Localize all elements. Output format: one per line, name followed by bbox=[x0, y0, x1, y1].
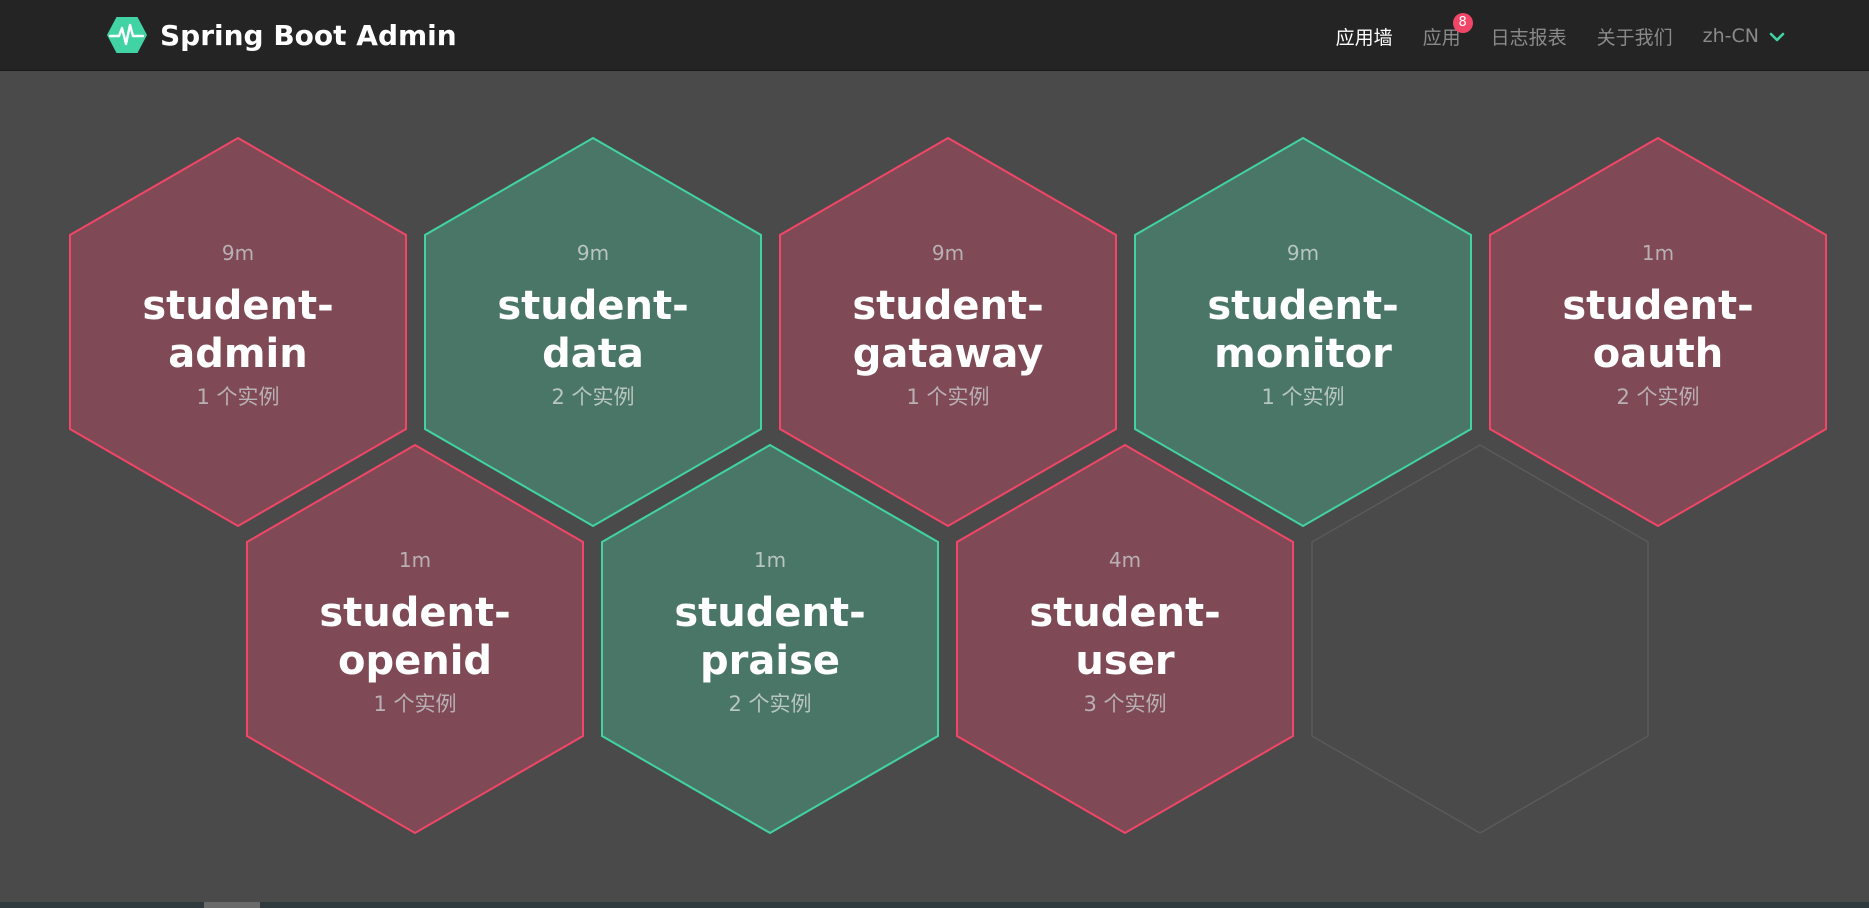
application-name-line2: praise bbox=[700, 638, 840, 684]
application-name-line1: student- bbox=[1207, 283, 1399, 329]
application-instances: 2 个实例 bbox=[728, 692, 812, 716]
main-nav: 应用墙 应用 8 日志报表 关于我们 zh-CN bbox=[1306, 12, 1785, 54]
applications-count-badge: 8 bbox=[1452, 12, 1473, 33]
application-instances: 1 个实例 bbox=[906, 385, 990, 409]
application-instances: 1 个实例 bbox=[196, 385, 280, 409]
application-name-line2: gataway bbox=[852, 331, 1044, 377]
application-name: student- praise bbox=[600, 589, 940, 685]
application-instances: 2 个实例 bbox=[551, 385, 635, 409]
application-tile[interactable]: 4m student- user 3 个实例 bbox=[955, 443, 1295, 835]
application-name-line2: oauth bbox=[1592, 331, 1724, 377]
application-name: student- admin bbox=[68, 282, 408, 378]
application-tile[interactable]: 1m student- praise 2 个实例 bbox=[600, 443, 940, 835]
brand-title: Spring Boot Admin bbox=[160, 18, 457, 52]
heartbeat-hexagon-icon bbox=[106, 16, 148, 54]
application-name-line2: user bbox=[1075, 638, 1175, 684]
application-name: student- openid bbox=[245, 589, 585, 685]
application-name: student- data bbox=[423, 282, 763, 378]
nav-applications[interactable]: 应用 8 bbox=[1423, 12, 1473, 50]
language-selector[interactable]: zh-CN bbox=[1703, 25, 1785, 47]
language-label: zh-CN bbox=[1702, 25, 1759, 47]
application-instances: 1 个实例 bbox=[1261, 385, 1345, 409]
application-name-line1: student- bbox=[142, 283, 334, 329]
nav-wall[interactable]: 应用墙 bbox=[1336, 23, 1393, 50]
application-name: student- monitor bbox=[1133, 282, 1473, 378]
application-wall-page: Spring Boot Admin 应用墙 应用 8 日志报表 关于我们 zh-… bbox=[0, 0, 1869, 908]
application-uptime: 4m bbox=[1108, 548, 1142, 572]
empty-hex-placeholder bbox=[1310, 443, 1650, 835]
application-uptime: 9m bbox=[931, 241, 965, 265]
application-name-line2: data bbox=[542, 331, 644, 377]
application-uptime: 9m bbox=[576, 241, 610, 265]
top-navbar: Spring Boot Admin 应用墙 应用 8 日志报表 关于我们 zh-… bbox=[0, 0, 1869, 71]
application-name: student- user bbox=[955, 589, 1295, 685]
application-name: student- oauth bbox=[1488, 282, 1828, 378]
nav-journal[interactable]: 日志报表 bbox=[1491, 23, 1567, 50]
application-instances: 1 个实例 bbox=[373, 692, 457, 716]
application-name-line1: student- bbox=[1562, 283, 1754, 329]
application-name-line1: student- bbox=[674, 590, 866, 636]
application-instances: 2 个实例 bbox=[1616, 385, 1700, 409]
application-uptime: 1m bbox=[753, 548, 787, 572]
application-name-line1: student- bbox=[319, 590, 511, 636]
chevron-down-icon bbox=[1759, 25, 1785, 47]
brand-link[interactable]: Spring Boot Admin bbox=[106, 14, 457, 56]
application-uptime: 9m bbox=[1286, 241, 1320, 265]
application-uptime: 9m bbox=[221, 241, 255, 265]
application-uptime: 1m bbox=[1641, 241, 1675, 265]
application-name-line2: openid bbox=[337, 638, 493, 684]
application-name: student- gataway bbox=[778, 282, 1118, 378]
nav-about[interactable]: 关于我们 bbox=[1597, 23, 1673, 50]
application-name-line1: student- bbox=[852, 283, 1044, 329]
application-tile[interactable]: 1m student- openid 1 个实例 bbox=[245, 443, 585, 835]
hex-application-wall: 9m student- admin 1 个实例 9m student- data… bbox=[0, 70, 1869, 902]
horizontal-scrollbar[interactable] bbox=[0, 902, 1869, 908]
application-uptime: 1m bbox=[398, 548, 432, 572]
scrollbar-thumb[interactable] bbox=[204, 902, 260, 908]
application-instances: 3 个实例 bbox=[1083, 692, 1167, 716]
application-name-line2: monitor bbox=[1214, 331, 1392, 377]
application-name-line1: student- bbox=[1029, 590, 1221, 636]
application-name-line2: admin bbox=[168, 331, 308, 377]
application-name-line1: student- bbox=[497, 283, 689, 329]
